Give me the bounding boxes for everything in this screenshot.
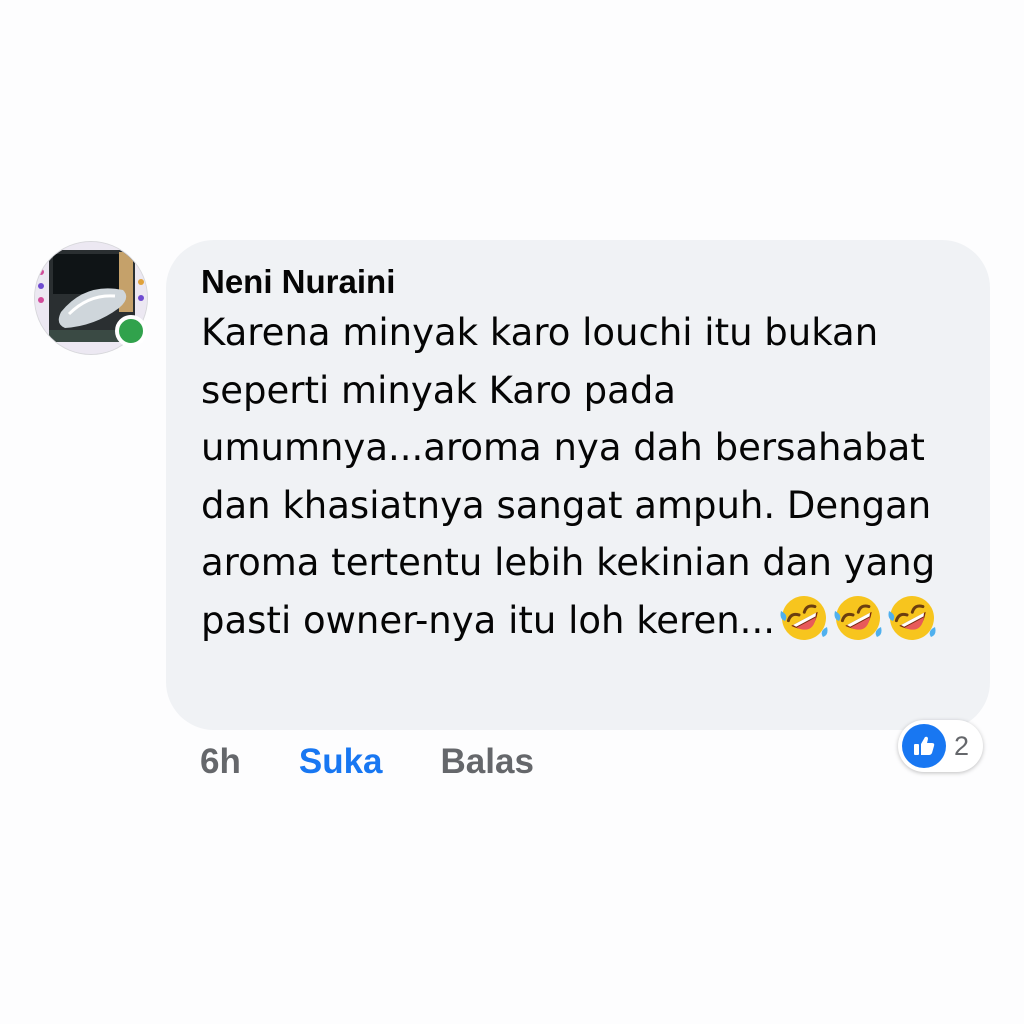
- comment-author-name[interactable]: Neni Nuraini: [201, 262, 956, 302]
- rolling-on-floor-laughing-emoji-icon: [833, 593, 883, 643]
- comment-bubble: Neni Nuraini Karena minyak karo louchi i…: [166, 240, 990, 730]
- online-status-icon: [115, 315, 147, 347]
- comment-screenshot: Neni Nuraini Karena minyak karo louchi i…: [0, 0, 1024, 1024]
- reply-button[interactable]: Balas: [441, 742, 534, 782]
- thumbs-up-icon: [902, 724, 946, 768]
- comment-timestamp[interactable]: 6h: [200, 742, 241, 782]
- rolling-on-floor-laughing-emoji-icon: [779, 593, 829, 643]
- comment-actions: 6h Suka Balas: [200, 738, 534, 786]
- like-button[interactable]: Suka: [299, 742, 383, 782]
- rolling-on-floor-laughing-emoji-icon: [887, 593, 937, 643]
- reaction-count: 2: [954, 730, 970, 761]
- reactions-summary[interactable]: 2: [898, 720, 984, 772]
- comment-body: Karena minyak karo louchi itu bukan sepe…: [201, 304, 956, 649]
